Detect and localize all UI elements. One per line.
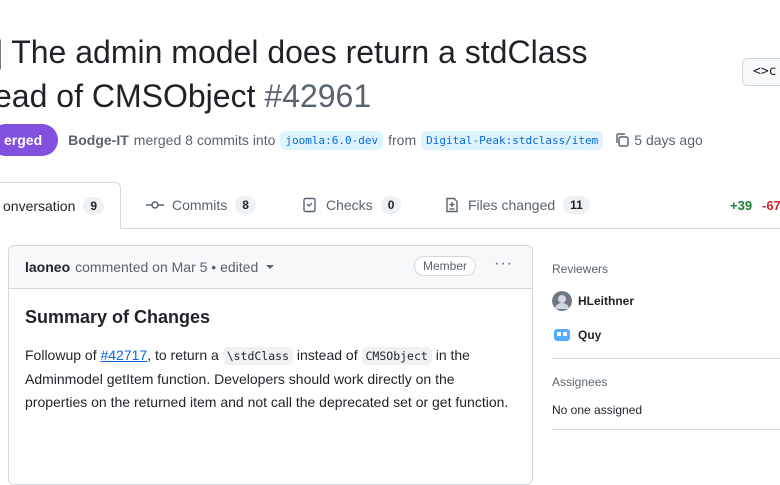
diffstat-removed: -67 [762,198,780,213]
avatar [552,291,572,311]
member-badge: Member [414,256,477,276]
tab-conversation[interactable]: onversation 9 [0,182,122,229]
head-branch[interactable]: Digital-Peak:stdclass/item [421,130,604,150]
base-branch[interactable]: joomla:6.0-dev [280,130,384,150]
pr-action-text: merged 8 commits into [133,132,276,148]
copy-icon[interactable] [614,132,630,148]
pr-author-link[interactable]: Bodge-IT [68,132,129,148]
pr-description-comment: laoneo commented on Mar 5 • edited Membe… [8,245,533,485]
summary-paragraph: Followup of #42717, to return a \stdClas… [25,344,516,414]
avatar [552,325,572,345]
diffstat-added: +39 [730,198,753,213]
text-span: instead of [293,347,362,363]
assignees-value: No one assigned [552,403,643,417]
pr-title: ] The admin model does return a stdClass… [0,30,714,118]
merge-time: 5 days ago [634,132,703,148]
text-span: Followup of [25,347,101,363]
pr-tabs: onversation 9 Commits 8 Checks 0 Files c… [0,182,780,229]
from-text: from [388,132,417,148]
pr-title-line1: ] The admin model does return a stdClass [0,34,588,70]
tab-label: Files changed [468,197,556,213]
kebab-menu-icon[interactable]: ··· [494,255,513,273]
pr-meta: erged Bodge-IT merged 8 commits into joo… [0,124,703,156]
reviewer-name: Quy [578,328,602,342]
summary-heading: Summary of Changes [25,307,211,327]
file-diff-icon [446,197,458,213]
comment-header: laoneo commented on Mar 5 • edited Membe… [9,246,532,289]
tab-files-changed[interactable]: Files changed 11 [444,182,590,228]
pr-title-line2: ead of CMSObject [0,78,265,114]
assignees-heading[interactable]: Assignees [552,375,780,389]
comment-author[interactable]: laoneo [25,259,70,275]
comment-meta[interactable]: commented on Mar 5 • edited [75,259,258,275]
inline-code: \stdClass [222,347,293,365]
inline-code: CMSObject [361,347,432,365]
tab-counter: 11 [563,196,590,214]
commit-icon [146,201,164,209]
reviewer-item[interactable]: HLeithner [552,290,780,312]
sidebar-divider [552,358,780,359]
tab-commits[interactable]: Commits 8 [146,182,256,228]
issue-link[interactable]: #42717 [100,347,147,363]
text-span: , to return a [147,347,223,363]
tab-label: Commits [172,197,228,213]
checklist-icon [303,197,316,213]
code-button[interactable]: <>c [742,58,780,86]
reviewer-name: HLeithner [578,294,635,308]
pr-sidebar: Reviewers HLeithner Quy Assignees No one… [552,262,780,446]
chevron-down-icon[interactable] [266,265,275,269]
pr-number: #42961 [264,78,372,114]
comment-body: Summary of Changes Followup of #42717, t… [9,289,532,414]
tab-counter: 9 [83,196,105,215]
tab-counter: 8 [235,196,256,214]
reviewers-heading[interactable]: Reviewers [552,262,780,276]
reviewer-item[interactable]: Quy [552,324,780,346]
tab-checks[interactable]: Checks 0 [302,182,402,228]
tab-label: onversation [3,197,76,214]
tab-label: Checks [326,197,373,213]
sidebar-divider [552,429,780,430]
tab-counter: 0 [380,196,402,214]
merged-status-badge: erged [0,124,59,156]
